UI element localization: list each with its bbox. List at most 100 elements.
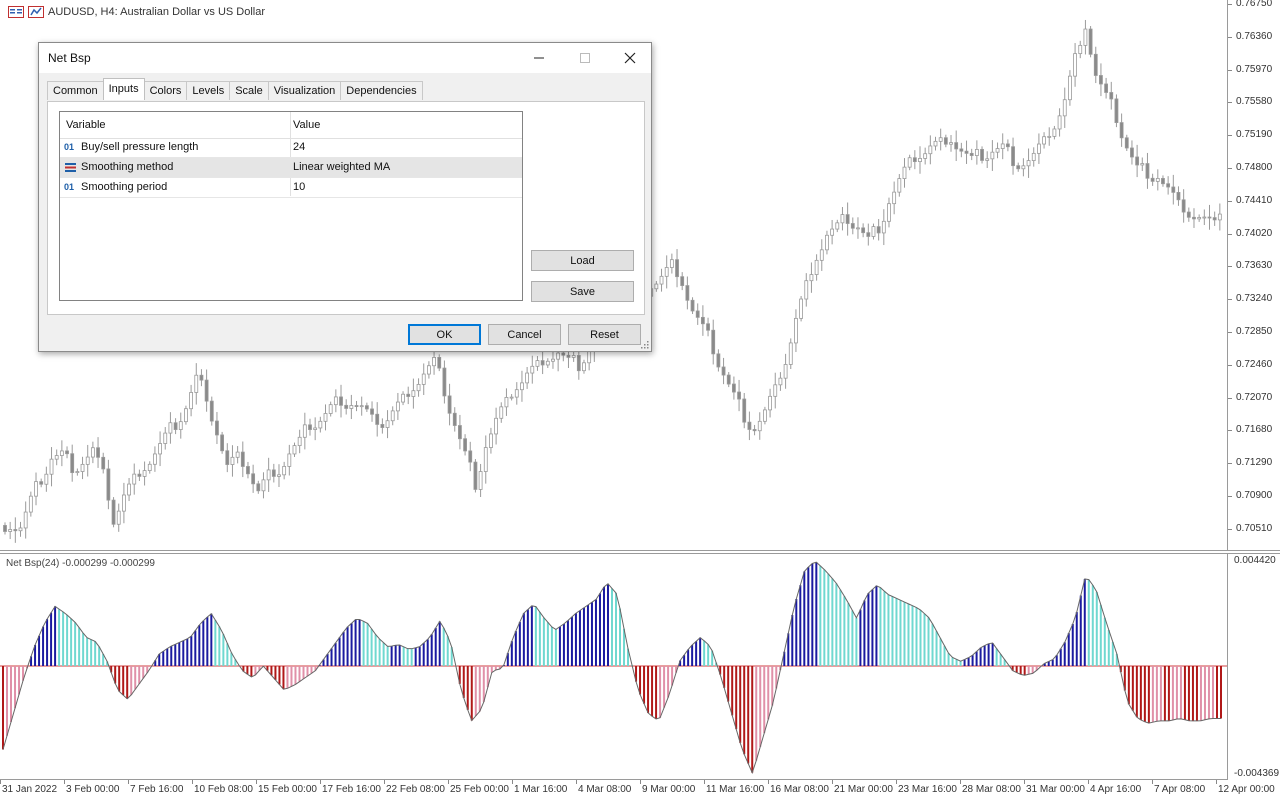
price-tick-label: 0.71290 (1236, 457, 1273, 469)
candle-body (876, 226, 881, 234)
candle-body (463, 438, 467, 452)
price-tick-label: 0.76750 (1236, 0, 1273, 9)
tab-levels[interactable]: Levels (186, 81, 231, 100)
chart-menu-icon[interactable] (8, 6, 24, 18)
candle-body (313, 427, 318, 430)
time-tick-label: 28 Mar 08:00 (962, 784, 1021, 795)
candle-body (887, 203, 891, 222)
time-tick-label: 11 Mar 16:00 (706, 784, 765, 795)
candle-body (256, 483, 261, 492)
price-tick-label: 0.70900 (1236, 490, 1273, 501)
indicator-pane[interactable]: Net Bsp(24) -0.000299 -0.000299 (0, 554, 1228, 780)
candle-body (974, 149, 979, 156)
close-icon (624, 52, 636, 64)
candle-body (375, 413, 380, 425)
resize-grip-icon[interactable] (641, 341, 649, 349)
inputs-table: Variable Value 01 Buy/sell pressure leng… (59, 111, 523, 301)
candle-body (809, 274, 814, 282)
maximize-button[interactable] (562, 43, 608, 73)
time-tick-label: 31 Jan 2022 (2, 784, 58, 795)
candle-body (142, 470, 147, 477)
price-tick (1228, 4, 1232, 5)
candle-body (220, 434, 225, 452)
price-tick (1228, 36, 1232, 38)
candle-body (695, 310, 700, 318)
candle-body (287, 453, 292, 467)
candle-body (70, 453, 75, 474)
minimize-button[interactable] (516, 43, 562, 73)
trading-icon[interactable] (28, 6, 44, 18)
load-button[interactable]: Load (531, 250, 634, 271)
cancel-button[interactable]: Cancel (488, 324, 561, 345)
input-value[interactable]: Linear weighted MA (293, 161, 390, 173)
candle-body (985, 158, 990, 161)
candle-body (426, 365, 431, 375)
tab-colors[interactable]: Colors (143, 81, 188, 100)
input-value[interactable]: 10 (293, 181, 305, 193)
candle-body (747, 421, 752, 430)
candle-body (1207, 216, 1212, 219)
price-tick (1228, 69, 1232, 71)
candle-body (173, 422, 178, 430)
candle-body (1005, 143, 1010, 148)
price-tick-label: 0.75190 (1236, 129, 1273, 141)
candle-body (297, 436, 302, 447)
dialog-titlebar[interactable]: Net Bsp (39, 43, 651, 73)
candle-body (96, 447, 100, 458)
tab-visualization[interactable]: Visualization (267, 81, 342, 100)
candle-body (246, 466, 250, 475)
input-value[interactable]: 24 (293, 141, 305, 153)
candle-body (194, 374, 199, 393)
candle-body (385, 420, 390, 428)
candle-body (675, 259, 679, 278)
minimize-icon (534, 57, 544, 59)
save-button[interactable]: Save (531, 281, 634, 302)
ok-button[interactable]: OK (408, 324, 481, 345)
price-axis[interactable]: 0.76750 0.76360 0.75970 0.75580 0.75190 0.748… (1228, 0, 1280, 550)
candle-body (551, 358, 555, 362)
candle-body (752, 429, 757, 432)
candle-body (318, 420, 323, 429)
column-value[interactable]: Value (293, 119, 320, 131)
indicator-axis[interactable]: 0.004420 -0.004369 (1228, 554, 1280, 780)
close-button[interactable] (607, 43, 653, 73)
candle-body (137, 473, 142, 477)
candle-body (654, 283, 659, 290)
candle-body (1073, 53, 1077, 77)
candle-body (1078, 44, 1083, 55)
tab-inputs[interactable]: Inputs (102, 78, 145, 100)
input-row-smoothing-period[interactable]: 01 Smoothing period 10 (60, 178, 522, 198)
candle-body (499, 406, 504, 419)
candle-body (28, 495, 33, 513)
reset-button[interactable]: Reset (568, 324, 641, 345)
tab-common[interactable]: Common (47, 81, 104, 100)
candle-body (1093, 53, 1098, 76)
candle-body (277, 474, 281, 477)
time-tick (576, 780, 577, 784)
input-row-smoothing-method[interactable]: Smoothing method Linear weighted MA (60, 158, 522, 178)
candle-body (1026, 160, 1031, 167)
tab-dependencies[interactable]: Dependencies (340, 81, 423, 100)
candle-body (271, 469, 276, 477)
candle-body (354, 405, 359, 407)
candle-body (773, 384, 778, 397)
candle-body (737, 391, 741, 400)
candle-body (1140, 163, 1145, 166)
candle-body (731, 383, 736, 393)
input-row-pressure-length[interactable]: 01 Buy/sell pressure length 24 (60, 138, 522, 158)
candle-body (788, 342, 793, 365)
price-tick (1228, 233, 1232, 235)
time-tick (64, 780, 65, 784)
price-tick-label: 0.73630 (1236, 260, 1273, 272)
candle-body (928, 145, 933, 155)
tab-scale[interactable]: Scale (229, 81, 269, 100)
candle-body (520, 382, 524, 391)
candle-body (1119, 122, 1124, 139)
time-axis[interactable]: 31 Jan 2022 3 Feb 00:00 7 Feb 16:00 10 Feb … (0, 780, 1275, 800)
column-variable[interactable]: Variable (66, 119, 106, 131)
indicator-title: Net Bsp(24) -0.000299 -0.000299 (6, 558, 155, 569)
candle-body (1011, 146, 1015, 167)
candle-body (364, 405, 369, 410)
time-tick-label: 31 Mar 00:00 (1026, 784, 1085, 795)
candle-body (127, 483, 131, 496)
